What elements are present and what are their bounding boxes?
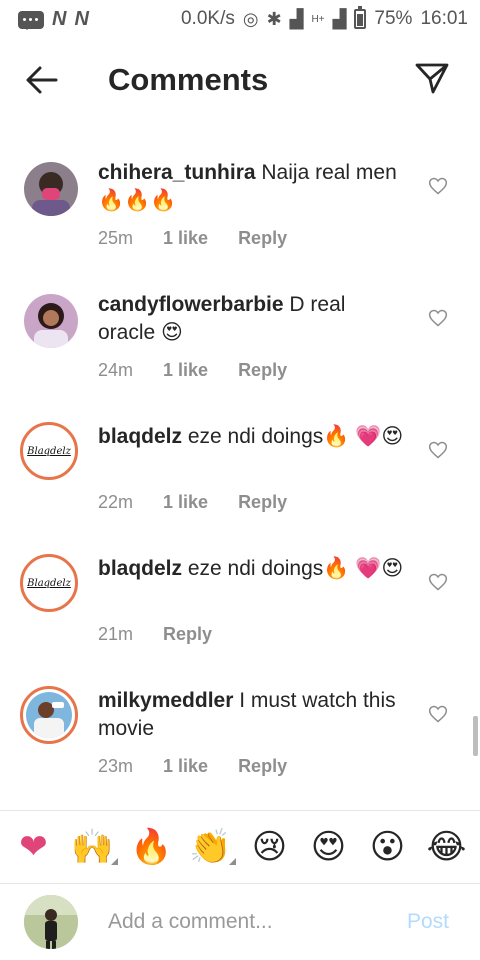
emoji-heart-button[interactable]: ❤ bbox=[11, 827, 57, 867]
comment-time: 25m bbox=[98, 228, 134, 248]
heart-outline-icon bbox=[428, 441, 448, 459]
comment-meta: 25m 1 like Reply bbox=[98, 228, 287, 249]
network-speed: 0.0K/s bbox=[180, 8, 235, 29]
comment-input[interactable] bbox=[108, 906, 388, 938]
share-button[interactable] bbox=[414, 60, 450, 96]
clock: 16:01 bbox=[420, 8, 468, 29]
like-button[interactable] bbox=[428, 704, 448, 724]
skin-tone-indicator-icon bbox=[110, 858, 118, 865]
emoji-heart-eyes-button[interactable]: 😍 bbox=[306, 827, 352, 867]
arrow-left-icon bbox=[26, 66, 58, 94]
avatar bbox=[26, 692, 72, 738]
reply-button[interactable]: Reply bbox=[238, 228, 287, 249]
comment-body: eze ndi doings🔥 💗😍 bbox=[187, 425, 404, 448]
comment-time: 24m bbox=[98, 360, 134, 380]
n-notification-icon: N bbox=[52, 8, 67, 30]
reply-button[interactable]: Reply bbox=[238, 492, 287, 513]
scrollbar-thumb[interactable] bbox=[473, 716, 478, 756]
paper-plane-icon bbox=[415, 63, 449, 94]
comment-likes[interactable]: 1 like bbox=[163, 360, 208, 381]
avatar-logo-text: Blaqdelz bbox=[27, 577, 71, 589]
avatar-photo bbox=[24, 895, 78, 949]
comment-time: 23m bbox=[98, 756, 134, 776]
comment-username[interactable]: blaqdelz bbox=[98, 425, 182, 448]
comment-username[interactable]: milkymeddler bbox=[98, 689, 233, 712]
network-type-badge: H+ bbox=[311, 13, 325, 25]
reply-button[interactable]: Reply bbox=[163, 624, 212, 645]
comment-meta: 23m 1 like Reply bbox=[98, 756, 287, 777]
comment-time: 21m bbox=[98, 624, 134, 644]
header: Comments bbox=[0, 38, 480, 122]
comment-text: chihera_tunhira Naija real men 🔥🔥🔥 bbox=[98, 159, 408, 215]
comment-text: milkymeddler I must watch this movie bbox=[98, 687, 408, 743]
emoji-clap-button[interactable]: 👏 bbox=[188, 827, 236, 867]
avatar: Blaqdelz bbox=[26, 428, 72, 474]
reply-button[interactable]: Reply bbox=[238, 360, 287, 381]
heart-outline-icon bbox=[428, 177, 448, 195]
avatar-photo bbox=[24, 294, 78, 348]
emoji-fire-button[interactable]: 🔥 bbox=[129, 827, 175, 867]
emoji-glyph: 👏 bbox=[189, 828, 232, 866]
my-avatar bbox=[24, 895, 78, 949]
comment-body: eze ndi doings🔥 💗😍 bbox=[187, 557, 404, 580]
bluetooth-icon: ✱ bbox=[266, 8, 282, 29]
avatar-photo bbox=[24, 162, 78, 216]
comment-item: chihera_tunhira Naija real men 🔥🔥🔥 25m 1… bbox=[0, 150, 480, 282]
post-button[interactable]: Post bbox=[407, 910, 449, 934]
comment-item: Blaqdelz blaqdelz eze ndi doings🔥 💗😍 22m… bbox=[0, 414, 480, 546]
avatar-story-ring[interactable]: Blaqdelz bbox=[20, 554, 78, 612]
avatar-logo-text: Blaqdelz bbox=[27, 445, 71, 457]
comment-text: candyflowerbarbie D real oracle 😍 bbox=[98, 291, 408, 347]
avatar[interactable] bbox=[24, 294, 78, 348]
emoji-quick-bar: ❤ 🙌 🔥 👏 😢 😍 😮 😂 bbox=[0, 810, 480, 884]
comment-username[interactable]: chihera_tunhira bbox=[98, 161, 256, 184]
avatar-story-ring[interactable]: Blaqdelz bbox=[20, 422, 78, 480]
comment-likes[interactable]: 1 like bbox=[163, 228, 208, 249]
battery-percent: 75% bbox=[374, 8, 413, 29]
comment-time: 22m bbox=[98, 492, 134, 512]
battery-icon bbox=[354, 6, 367, 29]
comment-item: candyflowerbarbie D real oracle 😍 24m 1 … bbox=[0, 282, 480, 414]
comment-text: blaqdelz eze ndi doings🔥 💗😍 bbox=[98, 423, 408, 451]
comment-likes[interactable]: 1 like bbox=[163, 756, 208, 777]
status-bar: N N 0.0K/s ◎ ✱ ▟ H+ ▟ 75% 16:01 bbox=[0, 0, 480, 38]
heart-outline-icon bbox=[428, 573, 448, 591]
like-button[interactable] bbox=[428, 440, 448, 460]
comment-text: blaqdelz eze ndi doings🔥 💗😍 bbox=[98, 555, 408, 583]
reply-button[interactable]: Reply bbox=[238, 756, 287, 777]
skin-tone-indicator-icon bbox=[228, 858, 236, 865]
emoji-laughing-button[interactable]: 😂 bbox=[424, 827, 470, 867]
chat-notification-icon bbox=[18, 10, 44, 30]
like-button[interactable] bbox=[428, 572, 448, 592]
comment-username[interactable]: candyflowerbarbie bbox=[98, 293, 284, 316]
comment-username[interactable]: blaqdelz bbox=[98, 557, 182, 580]
heart-outline-icon bbox=[428, 309, 448, 327]
comment-composer: Post bbox=[0, 884, 480, 960]
n-notification-icon: N bbox=[74, 8, 89, 30]
like-button[interactable] bbox=[428, 176, 448, 196]
avatar-story-ring[interactable] bbox=[20, 686, 78, 744]
comment-meta: 24m 1 like Reply bbox=[98, 360, 287, 381]
emoji-crying-button[interactable]: 😢 bbox=[247, 827, 293, 867]
comment-item: Blaqdelz blaqdelz eze ndi doings🔥 💗😍 21m… bbox=[0, 546, 480, 678]
emoji-surprised-button[interactable]: 😮 bbox=[365, 827, 411, 867]
back-button[interactable] bbox=[24, 62, 60, 98]
signal-icon: ▟ bbox=[289, 8, 304, 29]
avatar-photo bbox=[26, 692, 72, 738]
comment-likes[interactable]: 1 like bbox=[163, 492, 208, 513]
avatar[interactable] bbox=[24, 162, 78, 216]
emoji-raised-hands-button[interactable]: 🙌 bbox=[70, 827, 118, 867]
heart-outline-icon bbox=[428, 705, 448, 723]
comment-meta: 21m Reply bbox=[98, 624, 212, 645]
comment-item: milkymeddler I must watch this movie 23m… bbox=[0, 678, 480, 810]
like-button[interactable] bbox=[428, 308, 448, 328]
emoji-glyph: 🙌 bbox=[71, 828, 114, 866]
comments-list: chihera_tunhira Naija real men 🔥🔥🔥 25m 1… bbox=[0, 150, 480, 810]
signal-icon: ▟ bbox=[332, 8, 347, 29]
comment-meta: 22m 1 like Reply bbox=[98, 492, 287, 513]
hotspot-icon: ◎ bbox=[242, 8, 259, 29]
page-title: Comments bbox=[108, 62, 269, 97]
avatar: Blaqdelz bbox=[26, 560, 72, 606]
